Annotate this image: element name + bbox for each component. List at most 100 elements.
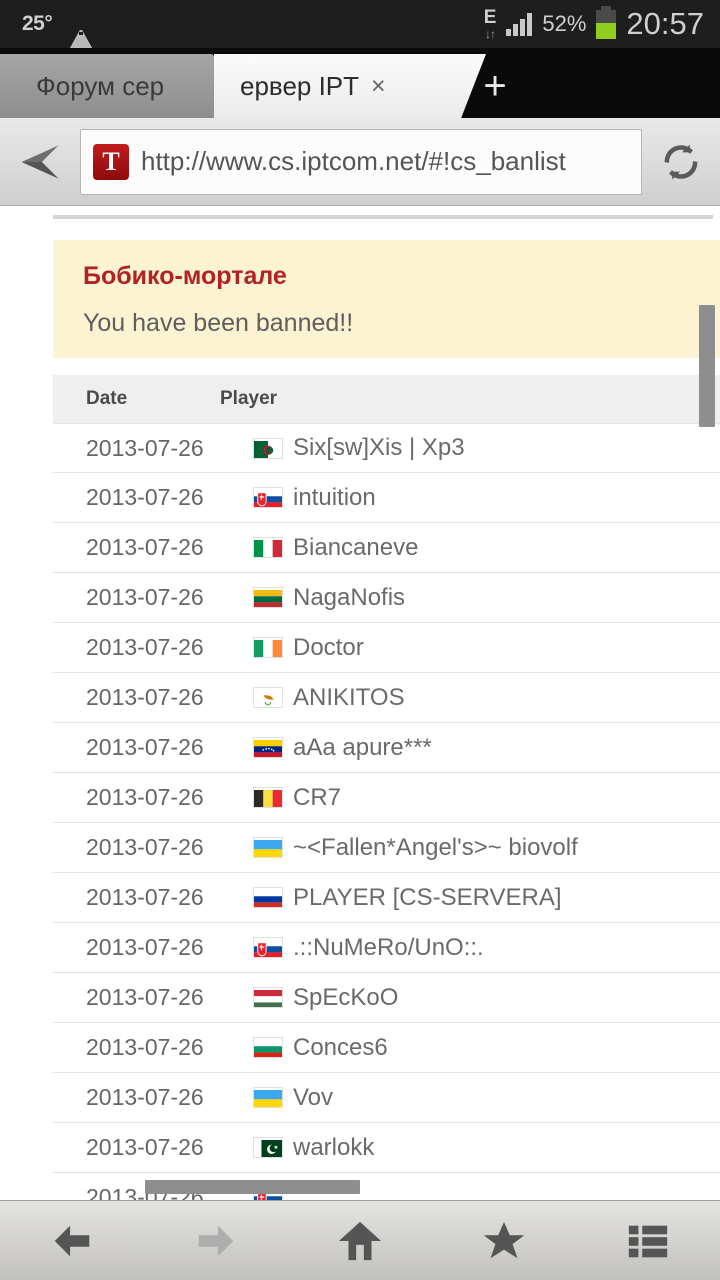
table-header-row: Date Player <box>53 375 720 423</box>
table-row[interactable]: 2013-07-26 .::NuMeRo/UnO::. <box>53 923 720 973</box>
table-row[interactable]: 2013-07-26 Doctor <box>53 623 720 673</box>
player-name: aAa apure*** <box>293 733 432 761</box>
player-name: PLAYER [CS-SERVERA] <box>293 883 562 911</box>
back-button[interactable] <box>0 1218 144 1264</box>
flag-icon-ukraine <box>253 837 283 858</box>
player-name: SpEcKoO <box>293 983 399 1011</box>
cell-date: 2013-07-26 <box>86 934 204 960</box>
table-row[interactable]: 2013-07-26 Conces6 <box>53 1023 720 1073</box>
url-bar: T http://www.cs.iptcom.net/#!cs_banlist <box>0 118 720 206</box>
table-row[interactable]: 2013-07-26 PLAYER [CS-SERVERA] <box>53 873 720 923</box>
flag-icon-slovakia <box>253 487 283 508</box>
warning-triangle-icon <box>66 10 97 55</box>
table-row[interactable]: 2013-07-26 ~<Fallen*Angel's>~ biovolf <box>53 823 720 873</box>
browser-bottom-nav <box>0 1200 720 1280</box>
column-header-date: Date <box>86 388 128 409</box>
cell-player: PLAYER [CS-SERVERA] <box>253 884 562 912</box>
cell-date: 2013-07-26 <box>86 584 204 610</box>
player-name: Biancaneve <box>293 533 419 561</box>
table-row[interactable]: 2013-07-26 Vov <box>53 1073 720 1123</box>
table-row[interactable]: 2013-07-26 ANIKITOS <box>53 673 720 723</box>
close-icon[interactable]: × <box>371 73 386 99</box>
cell-date: 2013-07-26 <box>86 484 204 510</box>
bookmarks-button[interactable] <box>432 1218 576 1264</box>
new-tab-button[interactable]: + <box>455 54 535 118</box>
horizontal-scrollbar[interactable] <box>145 1180 360 1194</box>
tab-label-inactive: Форум сер <box>36 70 165 101</box>
table-row[interactable]: 2013-07-26 intuition <box>53 473 720 523</box>
player-name: intuition <box>293 483 376 511</box>
player-name: Conces6 <box>293 1033 388 1061</box>
tab-label-active: ервер IPT <box>240 70 360 101</box>
temperature-indicator: 25° <box>22 12 53 35</box>
ban-alert-box: Бобико-мортале You have been banned!! <box>53 240 720 358</box>
tab-strip: Форум сер ервер IPT × + <box>0 48 720 118</box>
menu-button[interactable] <box>576 1218 720 1264</box>
browser-tab-active[interactable]: ервер IPT × <box>214 54 454 118</box>
ban-alert-message: You have been banned!! <box>83 309 354 337</box>
cell-player: ANIKITOS <box>253 684 405 712</box>
column-header-player: Player <box>220 388 278 409</box>
cell-date: 2013-07-26 <box>86 1034 204 1060</box>
cell-player: NagaNofis <box>253 584 405 612</box>
reload-icon[interactable] <box>642 141 720 183</box>
cell-date: 2013-07-26 <box>86 784 204 810</box>
signal-bars-icon <box>506 12 533 36</box>
forward-button[interactable] <box>144 1218 288 1264</box>
cell-player: aAa apure*** <box>253 734 432 762</box>
cell-date: 2013-07-26 <box>86 984 204 1010</box>
flag-icon-lithuania <box>253 587 283 608</box>
cell-player: Conces6 <box>253 1034 388 1062</box>
cell-player: warlokk <box>253 1134 374 1162</box>
cell-player: SpEcKoO <box>253 984 398 1012</box>
player-name: ~<Fallen*Angel's>~ biovolf <box>293 833 578 861</box>
table-row[interactable]: 2013-07-26 Biancaneve <box>53 523 720 573</box>
clock-label: 20:57 <box>626 6 704 41</box>
cell-date: 2013-07-26 <box>86 1134 204 1160</box>
flag-icon-venezuela <box>253 737 283 758</box>
cell-player: Doctor <box>253 634 364 662</box>
url-text: http://www.cs.iptcom.net/#!cs_banlist <box>141 146 566 176</box>
flag-icon-russia <box>253 887 283 908</box>
cell-player: .::NuMeRo/UnO::. <box>253 934 484 962</box>
player-name: NagaNofis <box>293 583 406 611</box>
table-row[interactable]: 2013-07-26 Six[sw]Xis | Xp3 <box>53 423 720 473</box>
flag-icon-bulgaria <box>253 1037 283 1058</box>
banlist-table: Date Player 2013-07-26 Six[sw]Xis | Xp3 20… <box>53 375 720 1202</box>
browser-tab-inactive[interactable]: Форум сер <box>0 54 214 118</box>
player-name: CR7 <box>293 783 342 811</box>
table-row[interactable]: 2013-07-26 CR7 <box>53 773 720 823</box>
flag-icon-ukraine <box>253 1087 283 1108</box>
phone-screen: 25° E ↓↑ 52% 20:57 Форум сер ервер IPT × <box>0 0 720 1280</box>
battery-percent-label: 52% <box>542 11 587 36</box>
flag-icon-ireland <box>253 637 283 658</box>
flag-icon-pakistan <box>253 1137 283 1158</box>
cell-date: 2013-07-26 <box>86 684 204 710</box>
table-row[interactable]: 2013-07-26 SpEcKoO <box>53 973 720 1023</box>
table-row[interactable]: 2013-07-26 aAa apure*** <box>53 723 720 773</box>
forward-arrow-icon <box>198 1225 234 1256</box>
player-name: Vov <box>293 1083 334 1111</box>
cell-player: intuition <box>253 484 376 512</box>
cell-player: CR7 <box>253 784 341 812</box>
status-bar-right: E ↓↑ 52% 20:57 <box>484 5 720 42</box>
battery-icon <box>596 5 617 39</box>
paper-plane-icon[interactable] <box>0 140 80 184</box>
player-name: Doctor <box>293 633 364 661</box>
home-button[interactable] <box>288 1218 432 1264</box>
vertical-scrollbar[interactable] <box>699 305 715 427</box>
table-row[interactable]: 2013-07-26 warlokk <box>53 1123 720 1173</box>
flag-icon-belgium <box>253 787 283 808</box>
cell-date: 2013-07-26 <box>86 834 204 860</box>
cell-date: 2013-07-26 <box>86 534 204 560</box>
url-input[interactable]: T http://www.cs.iptcom.net/#!cs_banlist <box>80 128 642 195</box>
back-arrow-icon <box>54 1225 90 1256</box>
page-top-divider <box>53 215 713 219</box>
network-type-icon: E ↓↑ <box>484 8 497 40</box>
cell-player: Six[sw]Xis | Xp3 <box>253 434 465 462</box>
table-row[interactable]: 2013-07-26 NagaNofis <box>53 573 720 623</box>
player-name: Six[sw]Xis | Xp3 <box>293 434 465 461</box>
flag-icon-algeria <box>253 437 283 459</box>
cell-date: 2013-07-26 <box>86 434 204 461</box>
status-bar-left: 25° <box>0 10 97 55</box>
